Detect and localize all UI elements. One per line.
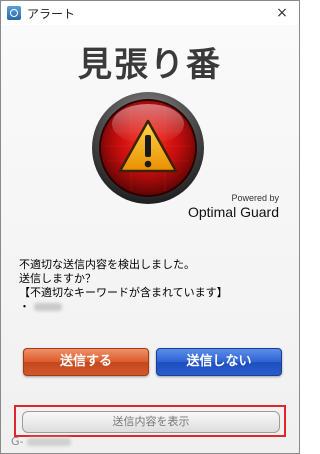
app-name: 見張り番 (78, 45, 222, 85)
window-title: アラート (27, 6, 76, 21)
cancel-send-button[interactable]: 送信しない (156, 348, 282, 376)
app-icon (7, 6, 21, 20)
content-area: 見張り番 Powered by Optimal Guard 不適切な送信内容を検… (1, 25, 299, 453)
alert-window: アラート × 見張り番 Powered by Optimal Guard 不適切… (0, 0, 300, 454)
send-button[interactable]: 送信する (23, 348, 149, 376)
powered-by-label: Powered by (231, 193, 279, 203)
message-line-1: 不適切な送信内容を検出しました。 (19, 258, 195, 271)
message-line-2: 送信しますか？ (19, 272, 96, 285)
close-icon[interactable]: × (273, 4, 291, 22)
footer-code: G- (11, 435, 71, 448)
warning-triangle-icon (92, 92, 204, 204)
footer-code-redacted (26, 437, 71, 446)
message-line-4: ・ (19, 300, 283, 314)
brand-name: Optimal Guard (187, 204, 279, 220)
message-line-3: 【不適切なキーワードが含まれています】 (19, 286, 228, 299)
show-content-button[interactable]: 送信内容を表示 (22, 411, 280, 433)
powered-by-brand: Powered by Optimal Guard (188, 193, 279, 220)
footer-code-prefix: G- (11, 435, 24, 448)
alert-message: 不適切な送信内容を検出しました。 送信しますか？ 【不適切なキーワードが含まれて… (19, 258, 283, 314)
keyword-bullet: ・ (19, 300, 30, 313)
title-bar: アラート × (1, 1, 299, 25)
keyword-redacted (34, 303, 62, 311)
